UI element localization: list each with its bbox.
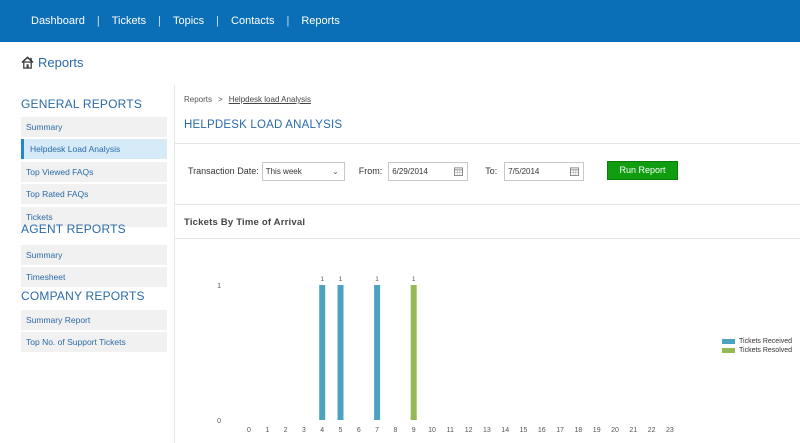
x-tick-label: 9 — [412, 427, 416, 434]
x-tick-label: 10 — [428, 427, 436, 434]
x-tick-label: 3 — [302, 427, 306, 434]
legend-swatch-received — [722, 339, 735, 344]
agent-reports-heading: AGENT REPORTS — [21, 221, 126, 236]
x-tick-label: 8 — [393, 427, 397, 434]
report-title: HELPDESK LOAD ANALYSIS — [184, 119, 343, 131]
to-date-input[interactable]: 7/5/2014 — [504, 161, 585, 181]
filter-divider — [175, 204, 800, 205]
x-tick-label: 2 — [284, 427, 288, 434]
to-date-value: 7/5/2014 — [508, 166, 540, 176]
x-tick-label: 17 — [556, 427, 564, 434]
sidebar-item-agent-summary[interactable]: Summary — [21, 244, 167, 265]
sidebar-item-top-viewed-faqs[interactable]: Top Viewed FAQs — [21, 161, 167, 182]
y-tick-label: 0 — [217, 418, 221, 425]
nav-separator: | — [158, 15, 161, 27]
x-tick-label: 0 — [247, 427, 251, 434]
legend-label-received: Tickets Received — [739, 338, 793, 345]
x-tick-label: 5 — [339, 427, 343, 434]
from-date-input[interactable]: 6/29/2014 — [388, 161, 469, 181]
legend-label-resolved: Tickets Resolved — [739, 347, 793, 354]
page-header: Reports — [21, 55, 84, 70]
general-reports-heading: GENERAL REPORTS — [21, 97, 143, 111]
bar-tickets-received — [337, 285, 344, 420]
filter-row: Transaction Date: This week ⌄ From: 6/29… — [188, 161, 585, 181]
home-icon — [21, 56, 34, 69]
legend-swatch-resolved — [722, 348, 735, 353]
y-tick-label: 1 — [217, 283, 221, 290]
nav-separator: | — [96, 15, 100, 27]
calendar-icon[interactable] — [454, 166, 464, 176]
sidebar-item-helpdesk-load-analysis[interactable]: Helpdesk Load Analysis — [21, 139, 167, 160]
breadcrumb-current[interactable]: Helpdesk load Analysis — [229, 95, 311, 104]
data-label: 1 — [339, 276, 343, 283]
nav-dashboard[interactable]: Dashboard — [31, 15, 85, 27]
x-tick-label: 4 — [320, 427, 324, 434]
x-tick-label: 18 — [575, 427, 583, 434]
company-reports-heading: COMPANY REPORTS — [21, 288, 145, 303]
x-tick-label: 16 — [538, 427, 546, 434]
tickets-by-arrival-chart: 010 1 2 3 4 5 6 7 8 9 10 11 12 13 14 15 16 17 18 19 20 21 22 23… — [217, 276, 674, 434]
x-tick-label: 22 — [648, 427, 656, 434]
nav-topics[interactable]: Topics — [173, 15, 204, 27]
from-label: From: — [358, 166, 383, 176]
nav-contacts[interactable]: Contacts — [231, 15, 274, 27]
nav-tickets[interactable]: Tickets — [112, 15, 146, 27]
legend-item-received: Tickets Received — [722, 337, 792, 346]
x-tick-label: 21 — [629, 427, 637, 434]
x-tick-label: 14 — [501, 427, 509, 434]
x-tick-label: 23 — [666, 427, 674, 434]
sidebar-item-summary-report[interactable]: Summary Report — [21, 309, 167, 330]
data-label: 1 — [375, 276, 379, 283]
sidebar: GENERAL REPORTS Summary Helpdesk Load An… — [21, 96, 167, 355]
breadcrumb-root[interactable]: Reports — [184, 95, 212, 104]
chart-legend: Tickets Received Tickets Resolved — [722, 337, 792, 355]
chart-title-divider — [175, 238, 800, 239]
transaction-date-value: This week — [265, 166, 302, 176]
breadcrumb: Reports > Helpdesk load Analysis — [184, 95, 311, 104]
x-tick-label: 1 — [265, 427, 269, 434]
chart-title: Tickets By Time of Arrival — [184, 217, 306, 228]
x-tick-label: 6 — [357, 427, 361, 434]
title-divider — [175, 143, 800, 144]
x-tick-label: 15 — [520, 427, 528, 434]
transaction-date-label: Transaction Date: — [188, 166, 259, 176]
to-label: To: — [485, 166, 498, 176]
sidebar-item-timesheet[interactable]: Timesheet — [21, 266, 167, 287]
x-tick-label: 13 — [483, 427, 491, 434]
chevron-down-icon: ⌄ — [332, 166, 339, 176]
nav-separator: | — [286, 15, 290, 27]
x-tick-label: 11 — [447, 427, 454, 434]
nav-reports[interactable]: Reports — [301, 15, 340, 27]
x-tick-label: 19 — [593, 427, 601, 434]
x-tick-label: 12 — [465, 427, 473, 434]
transaction-date-select[interactable]: This week ⌄ — [261, 161, 345, 181]
data-label: 1 — [412, 276, 416, 283]
from-date-value: 6/29/2014 — [392, 166, 428, 176]
run-report-button[interactable]: Run Report — [607, 161, 678, 180]
legend-item-resolved: Tickets Resolved — [722, 346, 792, 355]
bar-tickets-received — [374, 285, 381, 420]
top-nav: Dashboard | Tickets | Topics | Contacts … — [0, 0, 800, 42]
breadcrumb-separator: > — [218, 95, 223, 104]
nav-separator: | — [216, 15, 220, 27]
bar-tickets-received — [319, 285, 326, 420]
x-tick-label: 7 — [375, 427, 379, 434]
sidebar-item-top-rated-faqs[interactable]: Top Rated FAQs — [21, 184, 167, 205]
data-label: 1 — [320, 276, 324, 283]
sidebar-item-top-support-tickets[interactable]: Top No. of Support Tickets — [21, 332, 167, 353]
calendar-icon[interactable] — [570, 166, 580, 176]
bar-tickets-resolved — [410, 285, 417, 420]
sidebar-item-summary[interactable]: Summary — [21, 117, 167, 137]
page-title: Reports — [38, 55, 84, 70]
x-tick-label: 20 — [611, 427, 619, 434]
